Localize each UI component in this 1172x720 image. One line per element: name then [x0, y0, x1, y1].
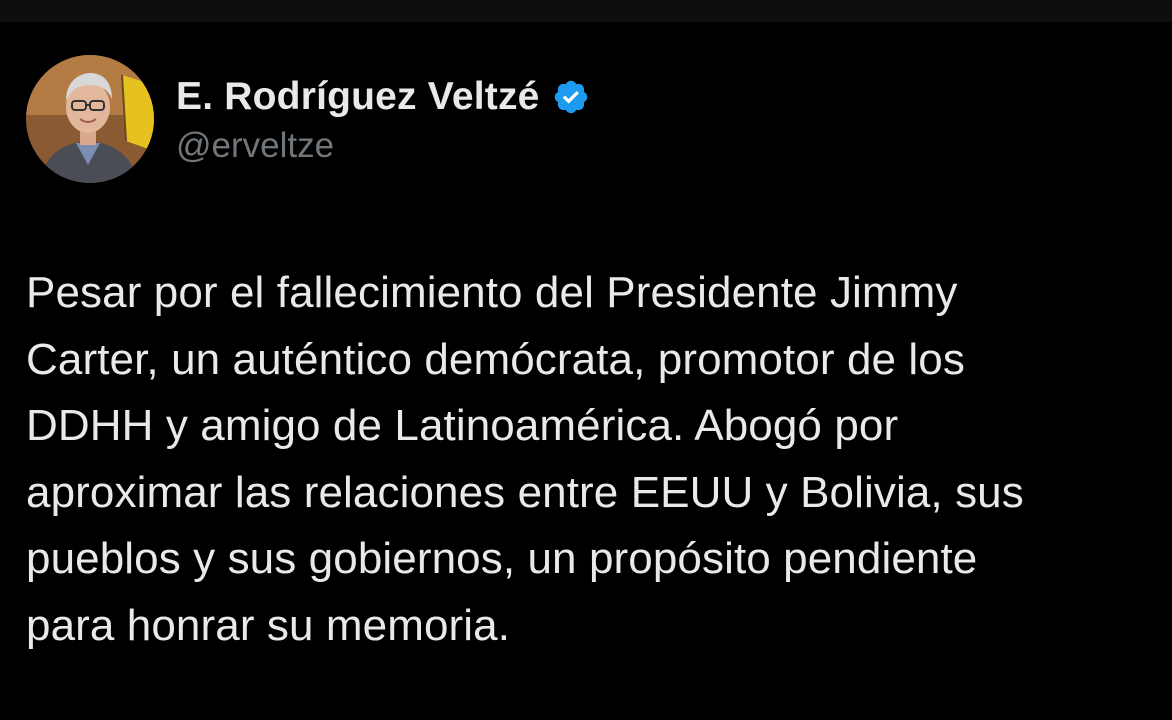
top-strip — [0, 0, 1172, 22]
author-identity: E. Rodríguez Veltzé @erveltze — [176, 72, 590, 166]
author-handle[interactable]: @erveltze — [176, 126, 590, 166]
display-name[interactable]: E. Rodríguez Veltzé — [176, 75, 540, 119]
avatar-image — [26, 55, 154, 183]
avatar[interactable] — [26, 55, 154, 183]
tweet-card: E. Rodríguez Veltzé @erveltze Pesar por … — [0, 22, 1172, 720]
tweet-header: E. Rodríguez Veltzé @erveltze — [26, 54, 590, 184]
name-row: E. Rodríguez Veltzé — [176, 72, 590, 122]
verified-badge-icon — [552, 78, 590, 116]
tweet-text: Pesar por el fallecimiento del President… — [26, 268, 1024, 650]
